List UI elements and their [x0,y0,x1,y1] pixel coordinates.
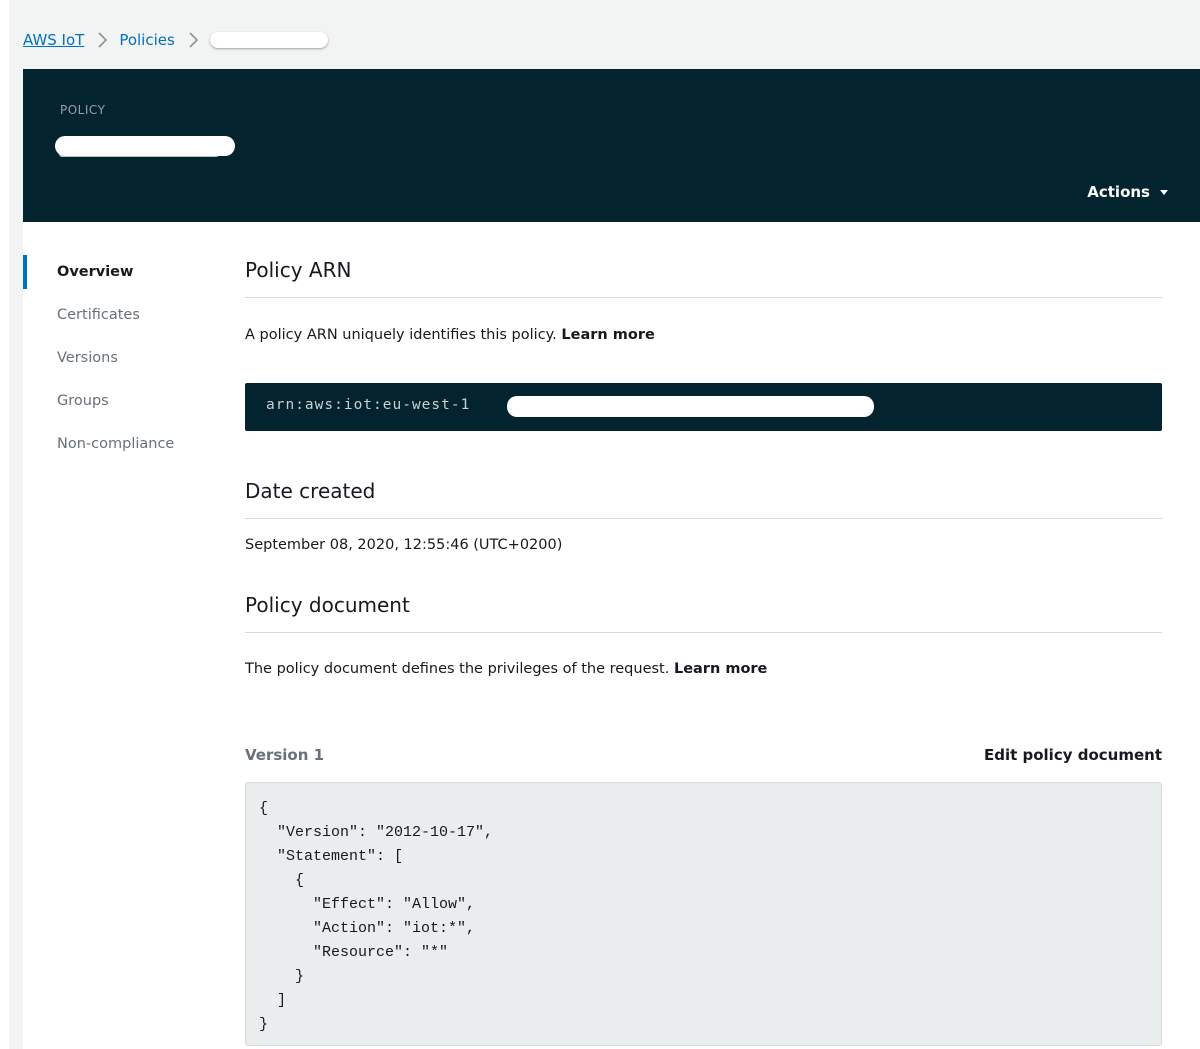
date-created-title: Date created [245,479,376,503]
chevron-right-icon [189,32,198,48]
nav-item-overview[interactable]: Overview [23,255,213,298]
policy-header: POLICY Actions [23,69,1200,222]
nav-item-versions[interactable]: Versions [23,341,213,384]
chevron-right-icon [98,32,108,48]
actions-label: Actions [1087,183,1150,201]
caret-down-icon [1160,189,1168,195]
breadcrumb-aws-iot-link[interactable]: AWS IoT [23,31,84,49]
nav-item-groups[interactable]: Groups [23,384,213,427]
breadcrumb-policy-name-redacted [209,32,328,48]
edit-policy-document-link[interactable]: Edit policy document [984,746,1162,764]
policy-arn-title: Policy ARN [245,258,352,282]
date-created-value: September 08, 2020, 12:55:46 (UTC+0200) [245,537,563,553]
policy-document-description-text: The policy document defines the privileg… [245,661,670,677]
divider [245,518,1162,519]
breadcrumb: AWS IoT Policies [23,28,328,52]
divider [245,297,1162,298]
policy-document-description: The policy document defines the privileg… [245,661,767,677]
policy-document-title: Policy document [245,593,410,617]
actions-dropdown[interactable]: Actions [1087,183,1168,201]
left-margin [0,0,9,1049]
nav-item-certificates[interactable]: Certificates [23,298,213,341]
divider [245,632,1162,633]
page: AWS IoT Policies POLICY Actions Overview… [0,0,1200,1049]
policy-arn-learn-more-link[interactable]: Learn more [561,327,654,343]
arn-value-redacted [507,396,874,417]
arn-value: arn:aws:iot:eu-west-1 [266,397,471,413]
policy-name-redacted [55,136,235,156]
breadcrumb-policies-link[interactable]: Policies [119,31,174,49]
policy-document-code: { "Version": "2012-10-17", "Statement": … [259,800,494,1033]
version-label: Version 1 [245,746,325,764]
arn-display: arn:aws:iot:eu-west-1 [245,383,1162,431]
policy-arn-description: A policy ARN uniquely identifies this po… [245,327,655,343]
policy-document-code-block: { "Version": "2012-10-17", "Statement": … [245,782,1162,1046]
header-label: POLICY [60,103,106,117]
policy-arn-description-text: A policy ARN uniquely identifies this po… [245,327,557,343]
policy-document-learn-more-link[interactable]: Learn more [674,661,767,677]
side-navigation: Overview Certificates Versions Groups No… [23,255,213,470]
nav-item-non-compliance[interactable]: Non-compliance [23,427,213,470]
